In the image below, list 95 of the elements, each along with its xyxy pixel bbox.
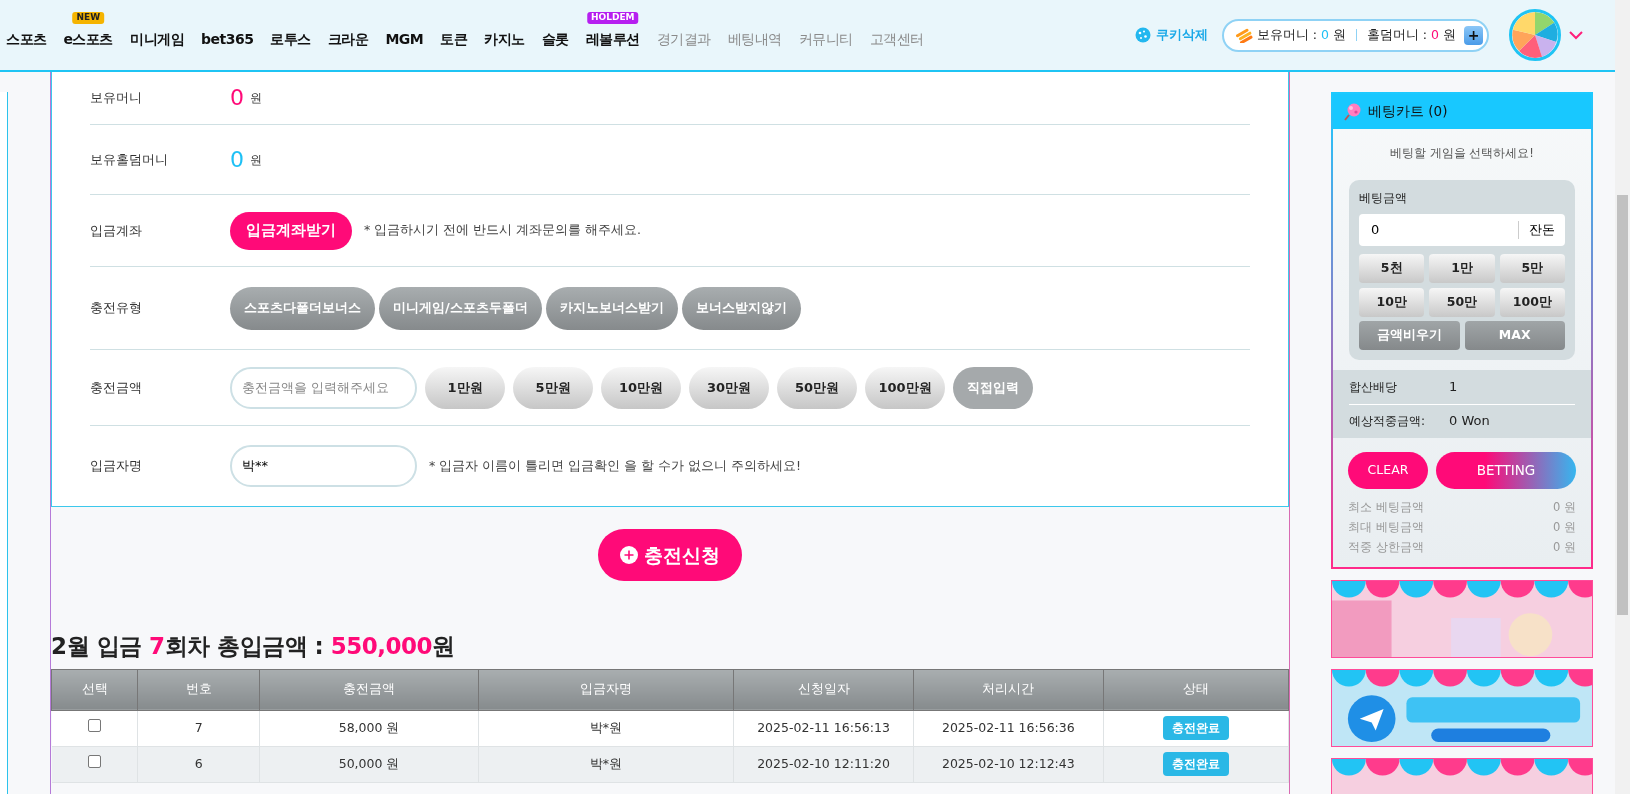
- limit-label: 최소 베팅금액: [1348, 498, 1424, 516]
- submit-button[interactable]: 충전신청: [598, 529, 742, 581]
- nav-link[interactable]: 토큰: [440, 31, 468, 47]
- table-cell: 6: [137, 746, 260, 783]
- column-header: 상태: [1103, 669, 1289, 711]
- notice-text: * 입금자 이름이 틀리면 입금확인 을 할 수가 없으니 주의하세요!: [429, 456, 802, 475]
- summary-value: 0 Won: [1449, 412, 1490, 431]
- table-cell: 50,000 원: [259, 746, 479, 783]
- cart-title: 베팅카트 (0): [1368, 102, 1448, 122]
- scrollbar-thumb[interactable]: [1617, 195, 1628, 615]
- currency-unit: 원: [250, 151, 262, 169]
- depositor-input[interactable]: 박**: [230, 445, 417, 487]
- bet-amount-label: 베팅금액: [1359, 190, 1408, 208]
- nav-badge: HOLDEM: [587, 12, 639, 24]
- coins-icon: [1235, 27, 1253, 43]
- limit-value: 0 원: [1553, 518, 1576, 536]
- amount-preset-button[interactable]: 10만원: [601, 366, 681, 409]
- table-cell: 2025-02-10 12:11:20: [733, 746, 914, 783]
- status-badge: 충전완료: [1162, 752, 1229, 777]
- amount-preset-button[interactable]: 50만원: [777, 366, 857, 409]
- nav-link[interactable]: bet365: [201, 31, 254, 47]
- balance-value: 0: [230, 148, 244, 171]
- add-button[interactable]: +: [1464, 25, 1483, 45]
- notice-text: * 입금하시기 전에 반드시 계좌문의를 해주세요.: [364, 221, 642, 240]
- table-cell: 7: [137, 710, 260, 747]
- amount-chip-button[interactable]: 1만: [1429, 253, 1495, 283]
- status-badge: 충전완료: [1162, 716, 1229, 741]
- nav-badge: NEW: [72, 12, 105, 24]
- amount-chip-button[interactable]: 5만: [1499, 253, 1565, 283]
- currency-unit: 원: [250, 90, 262, 107]
- limit-value: 0 원: [1553, 498, 1576, 516]
- wallet-value: 0: [1431, 25, 1439, 44]
- row-checkbox[interactable]: [87, 718, 101, 732]
- betting-button[interactable]: BETTING: [1436, 451, 1576, 489]
- field-label: 입금자명: [90, 457, 143, 476]
- column-header: 충전금액: [259, 669, 479, 711]
- wallet-label: 보유머니 :: [1256, 25, 1317, 44]
- field-label: 충전금액: [90, 378, 143, 397]
- scrollbar[interactable]: [1615, 0, 1630, 794]
- column-header: 선택: [51, 669, 138, 711]
- column-header: 번호: [137, 669, 260, 711]
- amount-preset-button[interactable]: 30만원: [689, 366, 769, 409]
- column-header: 신청일자: [733, 669, 914, 711]
- nav-link[interactable]: 미니게임: [130, 31, 184, 47]
- limit-value: 0 원: [1553, 538, 1576, 556]
- table-cell: 2025-02-10 12:12:43: [913, 746, 1104, 783]
- nav-link[interactable]: 카지노: [484, 31, 525, 47]
- account-request-button[interactable]: 입금계좌받기: [230, 211, 352, 250]
- summary-label: 합산배당: [1349, 378, 1398, 396]
- candy-icon: [1343, 101, 1363, 122]
- nav-link[interactable]: 로투스: [270, 31, 311, 47]
- amount-chip-button[interactable]: 10만: [1359, 287, 1425, 317]
- table-cell: 2025-02-11 16:56:36: [913, 710, 1104, 747]
- deposit-summary: 2월 입금 7회차 총입금액 : 550,000원: [51, 633, 456, 661]
- nav-link[interactable]: 레볼루션: [585, 31, 640, 47]
- table-cell: 박*원: [478, 746, 734, 783]
- summary-label: 예상적중금액:: [1349, 413, 1427, 430]
- field-label: 보유홀덤머니: [90, 150, 169, 169]
- nav-link[interactable]: MGM: [385, 31, 424, 47]
- cart-prompt: 베팅할 게임을 선택하세요!: [1389, 145, 1535, 162]
- avatar[interactable]: [1509, 9, 1561, 61]
- chevron-down-icon[interactable]: [1569, 30, 1583, 40]
- bet-amount-field[interactable]: 0 잔돈: [1359, 213, 1565, 246]
- clear-button[interactable]: CLEAR: [1348, 451, 1428, 489]
- balance-value: 0: [230, 87, 244, 109]
- summary-value: 1: [1449, 377, 1458, 396]
- row-checkbox[interactable]: [87, 754, 101, 768]
- amount-preset-button[interactable]: 1만원: [425, 366, 505, 409]
- nav-link[interactable]: e스포츠: [63, 31, 113, 47]
- column-header: 입금자명: [478, 669, 734, 711]
- amount-preset-button[interactable]: 100만원: [865, 366, 945, 409]
- currency-unit: 원: [1332, 25, 1346, 44]
- field-label: 충전유형: [90, 299, 143, 318]
- amount-chip-button[interactable]: 50만: [1429, 287, 1495, 317]
- cookie-icon: [1134, 27, 1151, 43]
- table-cell: 58,000 원: [259, 710, 479, 747]
- currency-unit: 원: [1443, 25, 1456, 44]
- table-cell: 박*원: [478, 710, 734, 747]
- field-label: 보유머니: [90, 89, 143, 108]
- limit-label: 최대 베팅금액: [1348, 518, 1424, 536]
- table-cell: 2025-02-11 16:56:13: [733, 710, 914, 747]
- wallet-value: 0: [1320, 25, 1329, 44]
- nav-link[interactable]: 스포츠: [6, 31, 47, 47]
- nav-link[interactable]: 슬롯: [541, 31, 569, 47]
- amount-chip-button[interactable]: 5천: [1359, 253, 1425, 283]
- amount-input[interactable]: 충전금액을 입력해주세요: [230, 366, 417, 409]
- change-button[interactable]: 잔돈: [1518, 220, 1565, 239]
- plus-circle-icon: [620, 546, 638, 564]
- field-label: 입금계좌: [90, 221, 143, 240]
- limit-label: 적중 상한금액: [1348, 538, 1424, 556]
- amount-chip-button[interactable]: 100만: [1499, 287, 1565, 317]
- amount-preset-button[interactable]: 5만원: [513, 366, 593, 409]
- column-header: 처리시간: [913, 669, 1104, 711]
- nav-link[interactable]: 크라운: [327, 31, 369, 47]
- wallet-label: 홀덤머니 :: [1366, 25, 1428, 44]
